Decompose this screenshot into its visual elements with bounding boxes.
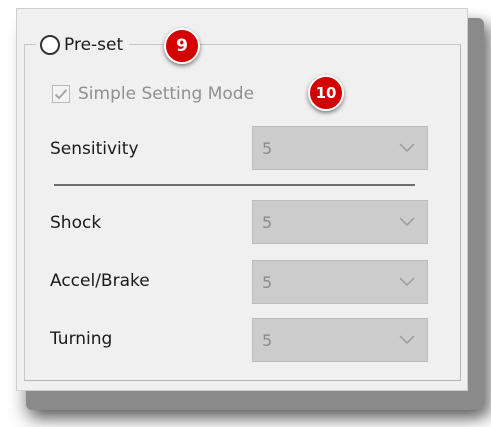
shock-value: 5 bbox=[262, 212, 273, 232]
chevron-down-icon bbox=[399, 335, 415, 345]
shock-label: Shock bbox=[50, 213, 102, 233]
accel-brake-label: Accel/Brake bbox=[50, 271, 150, 291]
preset-radio-button[interactable] bbox=[40, 35, 60, 55]
shock-select[interactable]: 5 bbox=[252, 200, 428, 244]
turning-value: 5 bbox=[262, 330, 273, 350]
section-divider bbox=[54, 184, 415, 186]
accel-brake-value: 5 bbox=[262, 272, 273, 292]
chevron-down-icon bbox=[399, 217, 415, 227]
simple-setting-mode-label: Simple Setting Mode bbox=[78, 84, 255, 104]
chevron-down-icon bbox=[399, 277, 415, 287]
simple-setting-mode-checkbox[interactable] bbox=[52, 85, 70, 103]
sensitivity-label: Sensitivity bbox=[50, 139, 139, 159]
callout-badge-9: 9 bbox=[164, 28, 200, 64]
preset-legend: Pre-set bbox=[36, 30, 130, 60]
checkmark-icon bbox=[54, 89, 68, 100]
turning-select[interactable]: 5 bbox=[252, 318, 428, 362]
simple-setting-mode-row: Simple Setting Mode bbox=[52, 84, 254, 104]
sensitivity-value: 5 bbox=[262, 138, 273, 158]
sensitivity-select[interactable]: 5 bbox=[252, 126, 428, 170]
chevron-down-icon bbox=[399, 143, 415, 153]
preset-radio-label: Pre-set bbox=[64, 35, 124, 55]
turning-label: Turning bbox=[50, 329, 113, 349]
accel-brake-select[interactable]: 5 bbox=[252, 260, 428, 304]
callout-badge-10: 10 bbox=[308, 75, 344, 111]
